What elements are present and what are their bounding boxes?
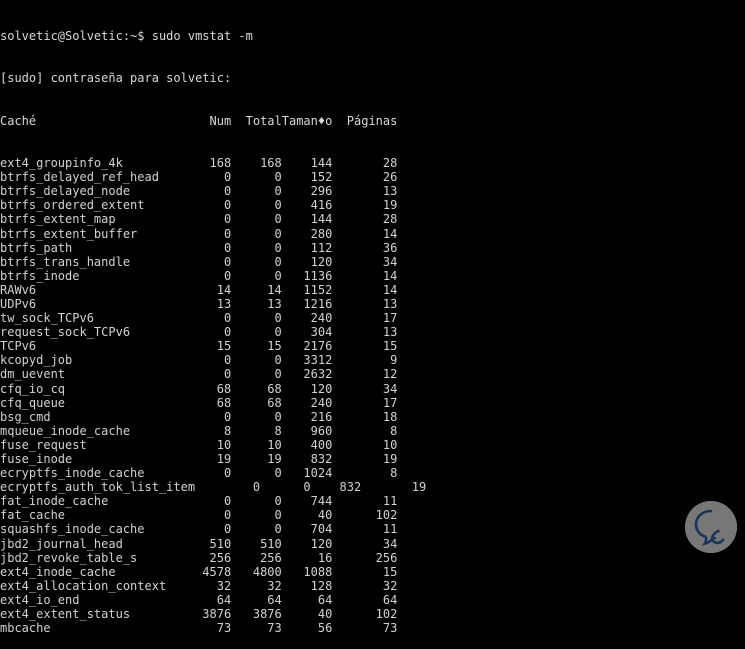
table-row: fuse_request 10 10 400 10 (0, 437, 398, 452)
table-row: tw_sock_TCPv6 0 0 240 17 (0, 311, 398, 326)
table-row: request_sock_TCPv6 0 0 304 13 (0, 325, 398, 340)
table-row: fat_cache 0 0 40 102 (0, 508, 398, 523)
table-row: btrfs_extent_map 0 0 144 28 (0, 212, 398, 227)
table-row: ext4_allocation_context 32 32 128 32 (0, 578, 398, 593)
table-row: btrfs_delayed_node 0 0 296 13 (0, 184, 398, 199)
table-row: fat_inode_cache 0 0 744 11 (0, 494, 398, 509)
table-row: cfq_queue 68 68 240 17 (0, 395, 398, 410)
terminal-screen[interactable]: solvetic@Solvetic:~$ sudo vmstat -m [sud… (0, 0, 745, 635)
table-row: bsg_cmd 0 0 216 18 (0, 409, 398, 424)
table-row: kcopyd_job 0 0 3312 9 (0, 353, 398, 368)
table-row: UDPv6 13 13 1216 13 (0, 296, 398, 311)
table-row: btrfs_inode 0 0 1136 14 (0, 268, 398, 283)
table-row: jbd2_revoke_table_s 256 256 16 256 (0, 550, 398, 565)
shell-prompt-line: solvetic@Solvetic:~$ sudo vmstat -m (0, 29, 253, 44)
table-row: mqueue_inode_cache 8 8 960 8 (0, 423, 398, 438)
speech-bubble-icon (685, 501, 737, 553)
table-row: ext4_io_end 64 64 64 64 (0, 592, 398, 607)
table-row: squashfs_inode_cache 0 0 704 11 (0, 522, 398, 537)
table-row: cfq_io_cq 68 68 120 34 (0, 381, 398, 396)
table-header-row: Caché Num TotalTaman♦o Páginas (0, 113, 398, 128)
solvetic-logo-watermark (685, 501, 737, 553)
table-row: btrfs_extent_buffer 0 0 280 14 (0, 226, 398, 241)
table-row: mbcache 73 73 56 73 (0, 621, 398, 636)
sudo-password-prompt-line: [sudo] contraseña para solvetic: (0, 71, 232, 86)
table-row: btrfs_trans_handle 0 0 120 34 (0, 254, 398, 269)
table-body: ext4_groupinfo_4k 168 168 144 28 btrfs_de… (0, 156, 745, 635)
table-row: dm_uevent 0 0 2632 12 (0, 367, 398, 382)
table-row: jbd2_journal_head 510 510 120 34 (0, 536, 398, 551)
table-row: RAWv6 14 14 1152 14 (0, 282, 398, 297)
table-row: ecryptfs_auth_tok_list_item 0 0 832 19 (0, 480, 427, 495)
table-row: ext4_extent_status 3876 3876 40 102 (0, 607, 398, 622)
table-row: ext4_groupinfo_4k 168 168 144 28 (0, 156, 398, 171)
table-row: fuse_inode 19 19 832 19 (0, 452, 398, 466)
table-row: ext4_inode_cache 4578 4800 1088 15 (0, 564, 398, 579)
table-row: btrfs_delayed_ref_head 0 0 152 26 (0, 170, 398, 185)
table-row: TCPv6 15 15 2176 15 (0, 339, 398, 354)
table-row: btrfs_ordered_extent 0 0 416 19 (0, 198, 398, 213)
table-row: ecryptfs_inode_cache 0 0 1024 8 (0, 466, 398, 481)
table-row: btrfs_path 0 0 112 36 (0, 240, 398, 255)
